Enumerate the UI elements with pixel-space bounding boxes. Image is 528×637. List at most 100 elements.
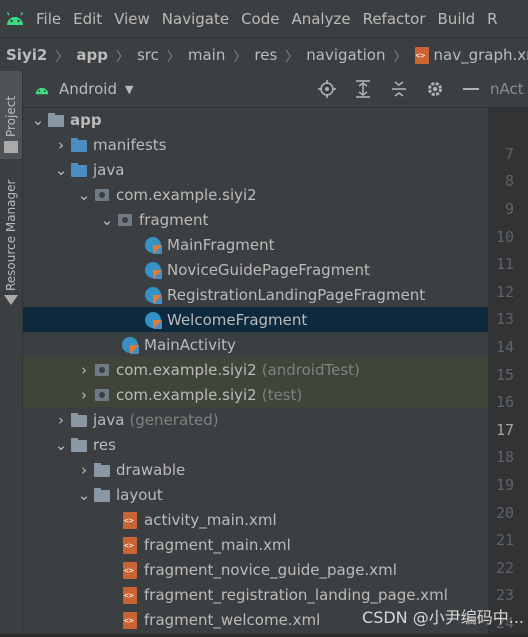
- chevron-down-icon[interactable]: ⌄: [52, 436, 70, 454]
- tree-item-fragment-package[interactable]: ⌄ fragment: [23, 207, 488, 232]
- tree-item-java-generated[interactable]: › java (generated): [23, 407, 488, 432]
- line-number: 16: [488, 388, 528, 416]
- tree-item-welcomefragment[interactable]: WelcomeFragment: [23, 307, 488, 332]
- menu-analyze[interactable]: Analyze: [285, 10, 356, 28]
- gear-icon[interactable]: [424, 78, 446, 100]
- tree-item-activity-main-xml[interactable]: activity_main.xml: [23, 507, 488, 532]
- tree-item-package-test[interactable]: › com.example.siyi2 (test): [23, 382, 488, 407]
- project-panel-header: Android ▼: [23, 71, 488, 108]
- minimize-icon[interactable]: [460, 78, 482, 100]
- folder-icon: [4, 141, 18, 153]
- menu-build[interactable]: Build: [432, 10, 482, 28]
- chevron-right-icon[interactable]: ›: [75, 461, 93, 479]
- tree-item-package[interactable]: ⌄ com.example.siyi2: [23, 182, 488, 207]
- tree-item-label: com.example.siyi2: [116, 361, 257, 379]
- tree-item-label: activity_main.xml: [144, 511, 277, 529]
- dropdown-caret-icon[interactable]: ▼: [125, 83, 133, 96]
- chevron-down-icon[interactable]: ⌄: [29, 111, 47, 129]
- line-number: 14: [488, 333, 528, 361]
- editor-tab[interactable]: nAct: [488, 71, 528, 108]
- tree-item-label: com.example.siyi2: [116, 186, 257, 204]
- kotlin-class-icon: [144, 311, 162, 329]
- left-tool-strip: Project Resource Manager: [0, 71, 23, 634]
- menu-bar: File Edit View Navigate Code Analyze Ref…: [0, 0, 528, 37]
- tree-item-label: fragment_registration_landing_page.xml: [144, 586, 448, 604]
- menu-file[interactable]: File: [30, 10, 67, 28]
- tree-item-label: MainFragment: [167, 236, 274, 254]
- tree-item-mainfragment[interactable]: MainFragment: [23, 232, 488, 257]
- chevron-right-icon[interactable]: ›: [75, 361, 93, 379]
- line-number: 15: [488, 361, 528, 389]
- tree-item-mainactivity[interactable]: MainActivity: [23, 332, 488, 357]
- tree-item-label: RegistrationLandingPageFragment: [167, 286, 425, 304]
- resource-manager-tool-tab[interactable]: Resource Manager: [0, 171, 22, 311]
- tree-item-label: fragment_main.xml: [144, 536, 291, 554]
- menu-navigate[interactable]: Navigate: [156, 10, 235, 28]
- android-studio-logo-icon: [0, 0, 30, 37]
- line-number: 13: [488, 306, 528, 334]
- chevron-right-icon[interactable]: ›: [52, 411, 70, 429]
- tree-item-registrationlandingpagefragment[interactable]: RegistrationLandingPageFragment: [23, 282, 488, 307]
- breadcrumb-src[interactable]: src: [131, 46, 165, 64]
- tree-item-res[interactable]: ⌄ res: [23, 432, 488, 457]
- tree-item-label: fragment: [139, 211, 208, 229]
- chevron-down-icon[interactable]: ⌄: [98, 211, 116, 229]
- chevron-down-icon[interactable]: ⌄: [75, 186, 93, 204]
- collapse-all-icon[interactable]: [388, 78, 410, 100]
- xml-file-icon: [121, 586, 139, 604]
- chevron-down-icon[interactable]: ⌄: [75, 486, 93, 504]
- editor-tab-label: nAct: [490, 80, 524, 98]
- chevron-down-icon[interactable]: ⌄: [52, 161, 70, 179]
- android-icon: [31, 84, 53, 95]
- tree-item-label: layout: [116, 486, 163, 504]
- tree-item-drawable[interactable]: › drawable: [23, 457, 488, 482]
- tree-item-java[interactable]: ⌄ java: [23, 157, 488, 182]
- breadcrumb-main[interactable]: main: [182, 46, 231, 64]
- tree-item-app[interactable]: ⌄ app: [23, 107, 488, 132]
- line-number: 8: [488, 168, 528, 196]
- editor-area: nAct 7 8 9 10 11 12 13 14 15 16 17 18 19…: [488, 71, 528, 634]
- locate-icon[interactable]: [316, 78, 338, 100]
- chevron-right-icon[interactable]: ›: [52, 136, 70, 154]
- breadcrumb-res[interactable]: res: [248, 46, 283, 64]
- tree-item-fragment-main-xml[interactable]: fragment_main.xml: [23, 532, 488, 557]
- expand-all-icon[interactable]: [352, 78, 374, 100]
- resource-manager-tool-tab-label: Resource Manager: [4, 180, 18, 291]
- tree-item-label: java: [93, 161, 124, 179]
- line-number: 11: [488, 250, 528, 278]
- menu-edit[interactable]: Edit: [67, 10, 108, 28]
- breadcrumb-file[interactable]: nav_graph.xml: [434, 46, 528, 64]
- tree-item-suffix: (test): [262, 386, 303, 404]
- line-number: 18: [488, 444, 528, 472]
- tree-item-label: WelcomeFragment: [167, 311, 307, 329]
- tree-item-label: drawable: [116, 461, 185, 479]
- tree-item-label: res: [93, 436, 116, 454]
- menu-run[interactable]: R: [481, 10, 503, 28]
- folder-icon: [70, 161, 88, 179]
- breadcrumb-project[interactable]: Siyi2: [0, 46, 53, 64]
- project-tool-tab[interactable]: Project: [0, 71, 22, 159]
- tree-item-label: com.example.siyi2: [116, 386, 257, 404]
- tree-item-layout[interactable]: ⌄ layout: [23, 482, 488, 507]
- chevron-right-icon[interactable]: ›: [75, 386, 93, 404]
- xml-file-icon: [121, 611, 139, 629]
- tree-item-manifests[interactable]: › manifests: [23, 132, 488, 157]
- tree-item-package-androidtest[interactable]: › com.example.siyi2 (androidTest): [23, 357, 488, 382]
- kotlin-class-icon: [144, 261, 162, 279]
- tree-item-label: java: [93, 411, 124, 429]
- line-number: 12: [488, 278, 528, 306]
- tree-item-noviceguidepagefragment[interactable]: NoviceGuidePageFragment: [23, 257, 488, 282]
- breadcrumb-module[interactable]: app: [70, 46, 114, 64]
- breadcrumb: Siyi2 〉 app 〉 src 〉 main 〉 res 〉 navigat…: [0, 37, 528, 73]
- tree-item-label: MainActivity: [144, 336, 236, 354]
- menu-refactor[interactable]: Refactor: [357, 10, 432, 28]
- menu-view[interactable]: View: [108, 10, 156, 28]
- tree-item-label: app: [70, 111, 102, 129]
- package-icon: [93, 386, 111, 404]
- tree-item-fragment-novice-guide-page-xml[interactable]: fragment_novice_guide_page.xml: [23, 557, 488, 582]
- menu-code[interactable]: Code: [235, 10, 285, 28]
- project-tool-tab-label: Project: [4, 96, 18, 137]
- breadcrumb-navigation[interactable]: navigation: [300, 46, 391, 64]
- view-selector[interactable]: Android: [59, 80, 117, 98]
- package-icon: [93, 186, 111, 204]
